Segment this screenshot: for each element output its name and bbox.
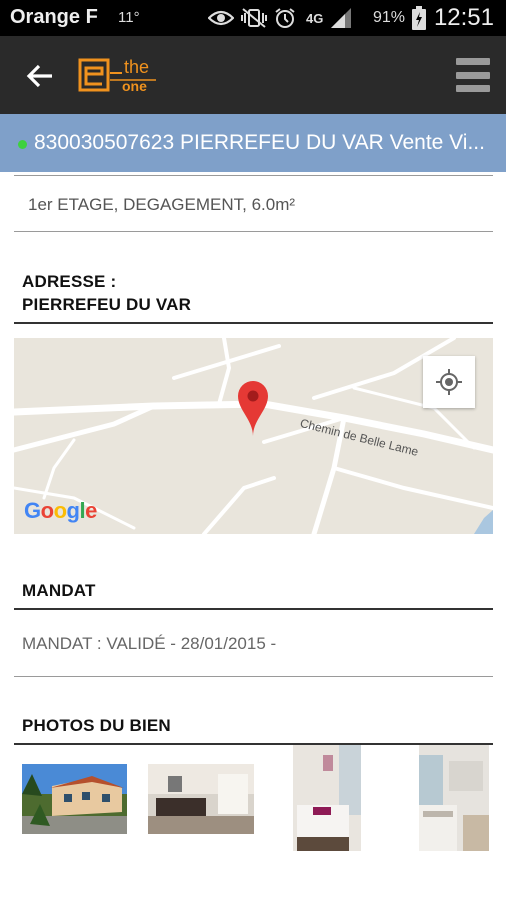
address-city: PIERREFEU DU VAR (22, 295, 192, 314)
bedroom-photo[interactable] (293, 745, 361, 851)
alarm-icon (275, 8, 295, 28)
divider (14, 175, 493, 176)
house-exterior-photo[interactable] (22, 764, 127, 834)
carrier-name: Orange F (10, 6, 98, 28)
listing-title-bar: 830030507623 PIERREFEU DU VAR Vente Vi..… (0, 114, 506, 172)
status-bar: Orange F 11° 4G 91% 12:51 (0, 0, 506, 36)
temperature: 11° (118, 9, 140, 26)
divider (14, 676, 493, 677)
listing-title: 830030507623 PIERREFEU DU VAR Vente Vi..… (34, 131, 485, 154)
map-pin-icon[interactable] (236, 380, 270, 436)
status-dot (18, 140, 27, 149)
network-type: 4G (306, 10, 324, 26)
living-room-photo[interactable] (148, 764, 254, 834)
menu-icon[interactable] (456, 58, 490, 92)
mute-vibrate-icon (241, 8, 267, 28)
app-bar: the one (0, 36, 506, 114)
battery-percent: 91% (373, 9, 406, 26)
bathroom-photo[interactable] (419, 745, 489, 851)
photos-heading: PHOTOS DU BIEN (22, 716, 171, 735)
crosshair-icon (436, 369, 462, 395)
divider (14, 231, 493, 232)
eye-icon (208, 10, 234, 26)
mandat-value: MANDAT : VALIDÉ - 28/01/2015 - (22, 634, 277, 653)
logo-text-top: the (124, 57, 150, 77)
app-logo: the one (78, 56, 158, 96)
mandat-heading: MANDAT (22, 581, 96, 600)
my-location-button[interactable] (423, 356, 475, 408)
status-icons: 4G (208, 5, 353, 31)
address-heading: ADRESSE : (22, 272, 117, 291)
logo-text-bottom: one (122, 78, 147, 94)
back-arrow-icon[interactable] (24, 60, 56, 92)
listing-detail: 1er ETAGE, DEGAGEMENT, 6.0m² (28, 195, 296, 214)
divider (14, 322, 493, 324)
clock: 12:51 (433, 4, 494, 31)
battery-icon (412, 6, 426, 30)
google-logo: Google (24, 498, 97, 523)
divider (14, 608, 493, 610)
signal-icon (331, 8, 352, 28)
map-view[interactable]: Chemin de Belle Lame Google (14, 338, 493, 534)
